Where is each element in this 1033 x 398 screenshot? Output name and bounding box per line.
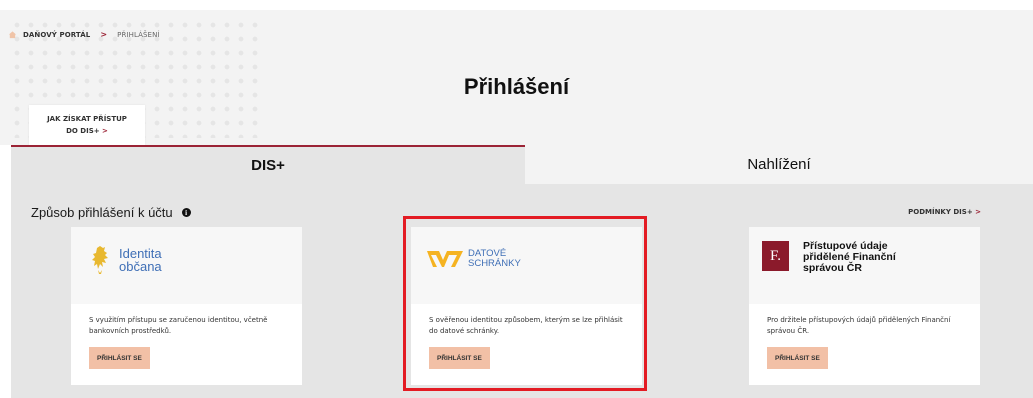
fs-line3: správou ČR xyxy=(803,262,862,274)
login-button-datove-schranky[interactable]: PŘIHLÁSIT SE xyxy=(429,347,490,369)
ds-line2: SCHRÁNKY xyxy=(468,258,521,269)
conditions-link-label: PODMÍNKY DIS+ xyxy=(908,208,973,216)
tab-dis-plus[interactable]: DIS+ xyxy=(11,145,525,184)
breadcrumb-current: PŘIHLÁŠENÍ xyxy=(117,30,160,39)
login-card-identita: Identita občana S využitím přístupu se z… xyxy=(71,227,302,385)
howto-line1: JAK ZÍSKAT PŘÍSTUP xyxy=(47,115,127,123)
lion-emblem-icon xyxy=(92,246,108,274)
card-description: Pro držitele přístupových údajů přidělen… xyxy=(767,316,951,335)
tab-nahlizeni[interactable]: Nahlížení xyxy=(525,145,1033,184)
login-card-financni-sprava: F. Přístupové údaje přidělené Finanční s… xyxy=(749,227,980,385)
login-button-identita[interactable]: PŘIHLÁSIT SE xyxy=(89,347,150,369)
identita-obcana-logo: Identita občana xyxy=(91,245,162,275)
chevron-right-icon: > xyxy=(102,127,108,135)
home-icon[interactable] xyxy=(8,30,17,39)
howto-line2: DO DIS+ xyxy=(66,127,100,135)
page: DAŇOVÝ PORTÁL > PŘIHLÁŠENÍ Přihlášení JA… xyxy=(0,0,1033,398)
info-icon[interactable]: i xyxy=(181,208,191,217)
breadcrumb-separator: > xyxy=(100,30,108,39)
financni-sprava-logo: F. Přístupové údaje přidělené Finanční s… xyxy=(762,241,923,274)
card-logo-area: DATOVÉ SCHRÁNKY xyxy=(411,227,642,304)
chevron-right-icon: > xyxy=(975,208,981,216)
login-button-financni-sprava[interactable]: PŘIHLÁSIT SE xyxy=(767,347,828,369)
card-logo-area: Identita občana xyxy=(71,227,302,304)
identita-line2: občana xyxy=(119,259,162,274)
howto-access-link[interactable]: JAK ZÍSKAT PŘÍSTUP DO DIS+ > xyxy=(29,105,145,154)
login-card-datove-schranky: DATOVÉ SCHRÁNKY S ověřenou identitou způ… xyxy=(411,227,642,385)
breadcrumb-home-link[interactable]: DAŇOVÝ PORTÁL xyxy=(23,31,90,39)
conditions-link[interactable]: PODMÍNKY DIS+ > xyxy=(908,208,981,216)
card-description: S ověřenou identitou způsobem, kterým se… xyxy=(429,316,623,335)
left-edge xyxy=(0,184,11,398)
financni-sprava-icon: F. xyxy=(762,241,789,271)
section-title: Způsob přihlášení k účtu i xyxy=(31,205,191,220)
datove-schranky-logo: DATOVÉ SCHRÁNKY xyxy=(427,249,521,269)
breadcrumb: DAŇOVÝ PORTÁL > PŘIHLÁŠENÍ xyxy=(8,30,160,39)
page-header: DAŇOVÝ PORTÁL > PŘIHLÁŠENÍ Přihlášení xyxy=(0,10,1033,145)
card-logo-area: F. Přístupové údaje přidělené Finanční s… xyxy=(749,227,980,304)
section-title-text: Způsob přihlášení k účtu xyxy=(31,205,173,220)
datove-schranky-icon xyxy=(427,251,463,267)
page-title: Přihlášení xyxy=(463,74,570,99)
card-description: S využitím přístupu se zaručenou identit… xyxy=(89,316,268,335)
